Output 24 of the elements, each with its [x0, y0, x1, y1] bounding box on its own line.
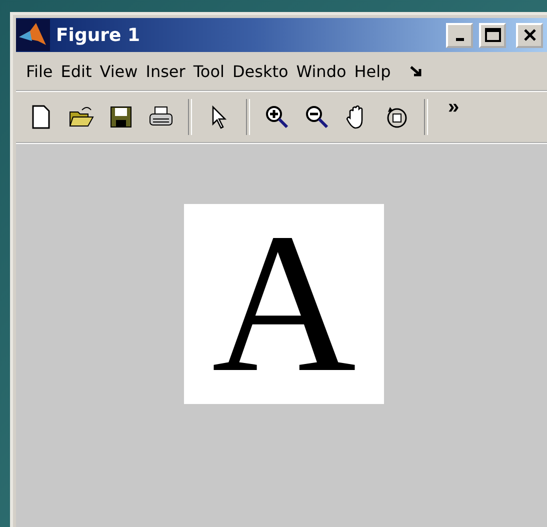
menu-item[interactable]: File: [22, 62, 57, 80]
zoom-in-icon: [264, 104, 290, 130]
menu-item[interactable]: Inser: [142, 62, 190, 80]
menu-item[interactable]: Help: [350, 62, 395, 80]
maximize-icon: [484, 28, 500, 42]
zoom-out-button[interactable]: [304, 103, 330, 131]
toolbar-overflow-button[interactable]: »: [448, 96, 460, 119]
close-button[interactable]: [516, 22, 543, 48]
zoom-out-icon: [304, 104, 330, 130]
dock-arrow-icon: [408, 64, 423, 78]
axes-text: A: [212, 204, 356, 404]
menu-item[interactable]: Deskto: [228, 62, 292, 80]
close-icon: [522, 28, 536, 42]
minimize-icon: [456, 38, 464, 41]
menu-item[interactable]: Tool: [189, 62, 228, 80]
menu-item[interactable]: Edit: [56, 62, 96, 80]
save-icon: [108, 104, 134, 130]
window-title: Figure 1: [56, 24, 142, 46]
menu-item[interactable]: Windo: [292, 62, 350, 80]
zoom-in-button[interactable]: [264, 103, 290, 131]
minimize-button[interactable]: [446, 22, 473, 48]
logo-icon: [16, 19, 50, 51]
maximize-button[interactable]: [479, 22, 506, 48]
menu-item[interactable]: View: [96, 62, 142, 80]
